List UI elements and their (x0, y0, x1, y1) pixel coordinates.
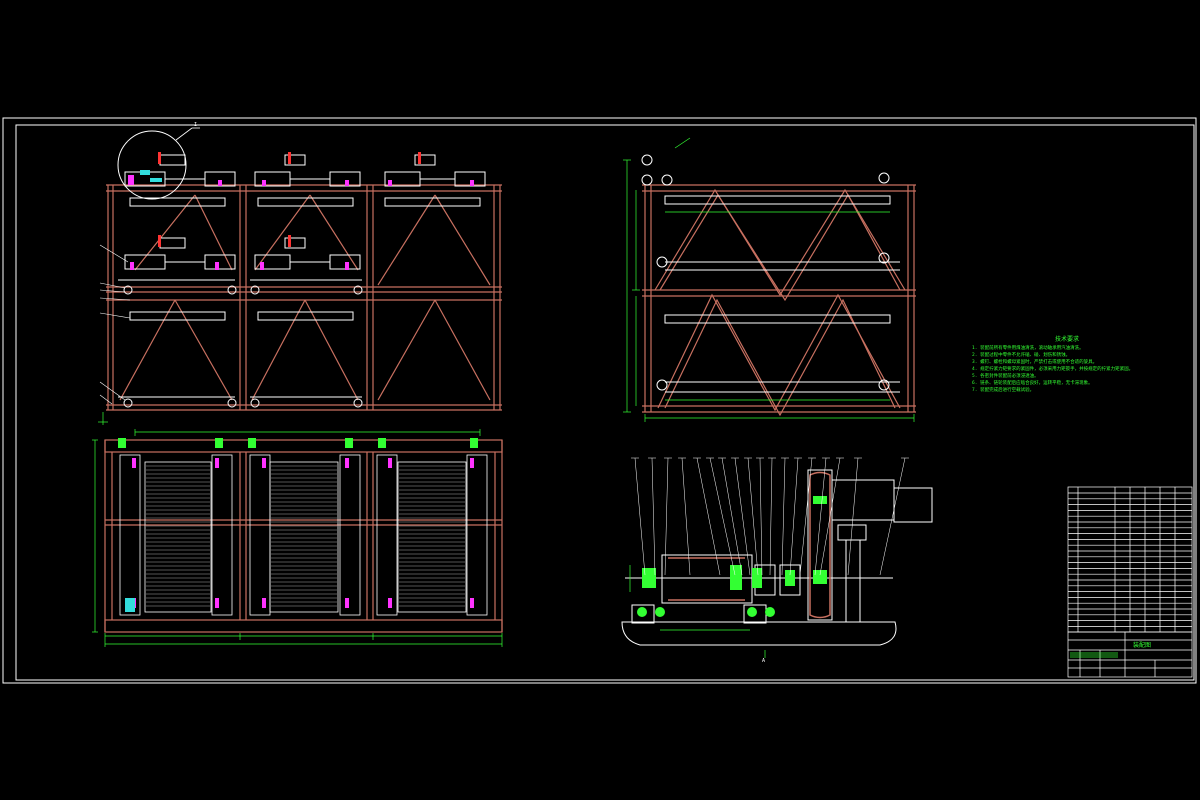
note-line-1: 1. 装配前所有零件用煤油清洗，滚动轴承用汽油清洗。 (972, 344, 1084, 351)
leader-line (847, 457, 859, 576)
leader-line (759, 457, 763, 576)
leader-line (789, 457, 799, 576)
title-block-drawing-name: 装配图 (1133, 641, 1151, 649)
leader-line (781, 457, 786, 576)
plan-hatching (146, 465, 465, 607)
parts-list (1067, 486, 1193, 633)
detail-marker-label: I (194, 122, 197, 128)
plan-view (104, 438, 503, 633)
title-block (1067, 631, 1193, 678)
leader-line (651, 457, 656, 576)
front-view-platforms (118, 197, 481, 398)
leader-line (664, 457, 669, 576)
drive-assembly-section: A (621, 457, 933, 664)
technical-notes-title: 技术要求 (1055, 335, 1079, 343)
front-view-highlights (128, 152, 474, 270)
note-line-4: 4. 规定拧紧力矩要求的紧固件，必须采用力矩扳手，并按规定的拧紧力矩紧固。 (972, 365, 1133, 372)
leader-line (814, 457, 827, 576)
side-elevation-view (642, 184, 916, 417)
section-marker-label: A (762, 658, 765, 664)
note-line-5: 5. 各密封件装配前必须浸透油。 (972, 372, 1039, 379)
leader-line (769, 457, 773, 576)
technical-notes: 技术要求 1. 装配前所有零件用煤油清洗，滚动轴承用汽油清洗。 2. 装配过程中… (972, 335, 1133, 393)
note-line-7: 7. 装配完成后进行空载试验。 (972, 386, 1034, 393)
note-line-2: 2. 装配过程中零件不允许磕、碰、划伤和锈蚀。 (972, 351, 1070, 358)
leader-line (634, 457, 646, 576)
note-line-6: 6. 链条、链轮装配后应啮合良好，运转平稳，无卡滞现象。 (972, 379, 1093, 386)
front-elevation-view (106, 184, 502, 411)
leader-line (879, 457, 906, 576)
front-view-drive-units (123, 154, 486, 408)
leader-line (747, 457, 759, 576)
cad-drawing-canvas: I A 技术要求 1. 装配前所有零件用煤油清洗，滚动轴承用汽油清洗。 2. 装… (2, 117, 1197, 684)
note-line-3: 3. 螺钉、螺栓和螺母紧固时，严禁打击或使用不合适的旋具。 (972, 358, 1097, 365)
